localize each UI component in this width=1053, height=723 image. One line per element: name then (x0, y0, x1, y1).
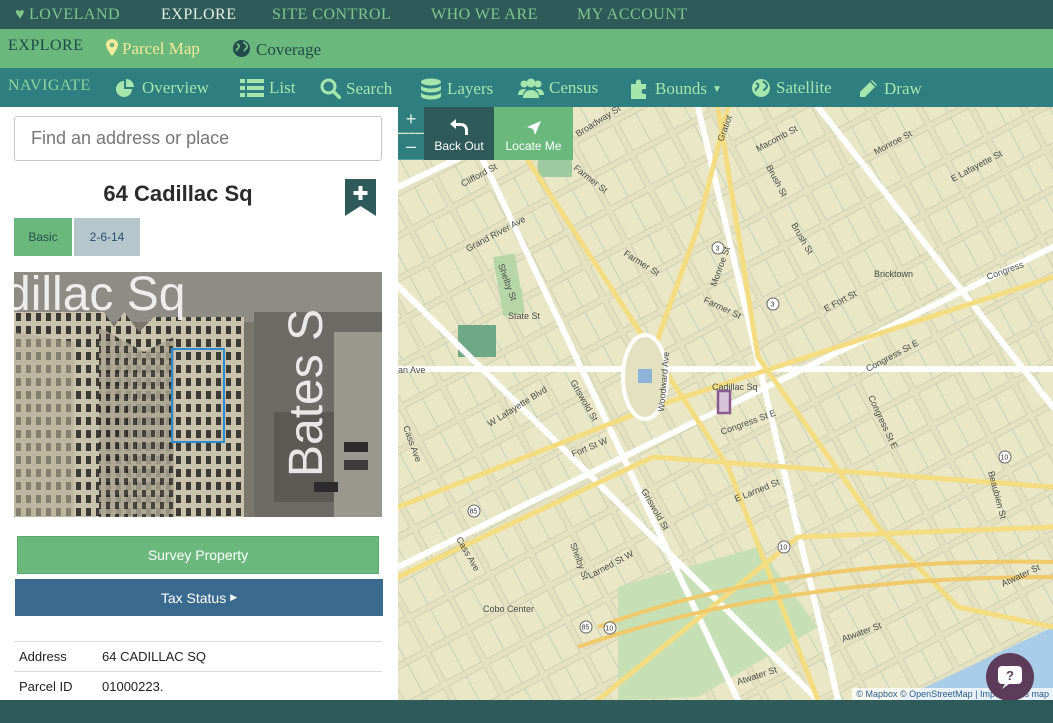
undo-arrow-icon (450, 119, 468, 135)
nav-search[interactable]: Search (320, 78, 392, 99)
map-canvas[interactable]: Broadway St Gratiot Macomb St Monroe St … (398, 107, 1053, 700)
survey-property-button[interactable]: Survey Property (17, 536, 379, 574)
info-value: 64 CADILLAC SQ (102, 649, 207, 664)
svg-text:Cadillac Sq: Cadillac Sq (712, 382, 758, 392)
nav-layers[interactable]: Layers (420, 78, 493, 100)
nav-explore[interactable]: EXPLORE (161, 6, 237, 24)
table-row: Parcel ID 01000223. (14, 671, 382, 700)
info-key: Parcel ID (19, 679, 73, 694)
nav-my-account[interactable]: MY ACCOUNT (577, 6, 688, 24)
nav-bounds-dropdown[interactable]: Bounds ▼ (628, 78, 722, 100)
heart-icon: ♥ (15, 6, 25, 23)
svg-text:State St: State St (508, 311, 541, 321)
users-icon (518, 78, 544, 98)
explore-bar: EXPLORE Parcel Map Coverage (0, 29, 1053, 68)
back-out-button[interactable]: Back Out (424, 107, 494, 160)
parcel-map[interactable]: Broadway St Gratiot Macomb St Monroe St … (398, 107, 1053, 700)
svg-text:an Ave: an Ave (398, 365, 425, 375)
navigate-bar: NAVIGATE Overview List Search Layers Cen… (0, 68, 1053, 107)
parcel-title: 64 Cadillac Sq (103, 181, 253, 206)
aerial-parcel-photo: dillac Sq Bates S (14, 272, 382, 517)
bookmark-add-icon[interactable] (345, 179, 376, 216)
info-key: Address (19, 649, 67, 664)
parcel-details-panel: 64 Cadillac Sq Basic 2-6-14 (0, 107, 398, 700)
selected-parcel[interactable] (716, 389, 732, 415)
nav-who-we-are[interactable]: WHO WE ARE (431, 6, 538, 24)
nav-loveland[interactable]: ♥ LOVELAND (15, 6, 120, 24)
tab-date[interactable]: 2-6-14 (74, 218, 140, 256)
coverage-link[interactable]: Coverage (232, 39, 321, 60)
tab-basic[interactable]: Basic (14, 218, 72, 256)
svg-text:10: 10 (606, 626, 614, 633)
map-pin-icon (106, 39, 118, 56)
nav-satellite[interactable]: Satellite (751, 78, 832, 98)
photo-street-label: dillac Sq (14, 272, 185, 321)
top-navigation-bar: ♥ LOVELAND EXPLORE SITE CONTROL WHO WE AR… (0, 0, 1053, 29)
photo-street-label: Bates S (280, 309, 333, 477)
svg-text:85: 85 (582, 625, 590, 632)
tax-status-button[interactable]: Tax Status ▶ (15, 579, 383, 616)
footer-bar (0, 700, 1053, 723)
caret-down-icon: ▼ (711, 83, 722, 95)
svg-text:10: 10 (1001, 455, 1009, 462)
address-search-input[interactable] (14, 116, 382, 161)
svg-text:?: ? (1006, 668, 1014, 683)
svg-text:Bricktown: Bricktown (874, 269, 913, 279)
pencil-icon (860, 80, 877, 97)
caret-right-icon: ▶ (230, 592, 238, 602)
svg-text:85: 85 (470, 509, 478, 516)
help-chat-button[interactable]: ? (986, 653, 1034, 700)
search-icon (320, 78, 341, 99)
navigate-label: NAVIGATE (8, 77, 91, 94)
svg-text:10: 10 (780, 545, 788, 552)
svg-text:3: 3 (771, 302, 775, 309)
zoom-in-button[interactable]: + (398, 107, 424, 133)
nav-draw[interactable]: Draw (858, 78, 922, 99)
svg-text:3: 3 (716, 246, 720, 253)
layers-icon (421, 78, 441, 100)
parcel-info-table: Address 64 CADILLAC SQ Parcel ID 0100022… (14, 641, 382, 700)
nav-overview[interactable]: Overview (115, 78, 209, 98)
pie-chart-icon (116, 79, 134, 97)
puzzle-icon (631, 79, 646, 99)
table-row: Address 64 CADILLAC SQ (14, 641, 382, 671)
locate-me-button[interactable]: Locate Me (494, 107, 573, 160)
list-icon (240, 79, 264, 97)
globe-icon (752, 79, 770, 97)
nav-census[interactable]: Census (518, 78, 598, 98)
nav-list[interactable]: List (240, 78, 295, 98)
globe-icon (232, 39, 251, 58)
question-bubble-icon: ? (998, 666, 1022, 689)
svg-text:Cobo Center: Cobo Center (483, 604, 534, 614)
nav-site-control[interactable]: SITE CONTROL (272, 6, 391, 24)
info-value: 01000223. (102, 679, 164, 694)
zoom-out-button[interactable]: – (398, 134, 424, 160)
explore-label: EXPLORE (8, 37, 84, 54)
parcel-map-link[interactable]: Parcel Map (106, 39, 200, 59)
location-arrow-icon (526, 121, 541, 135)
